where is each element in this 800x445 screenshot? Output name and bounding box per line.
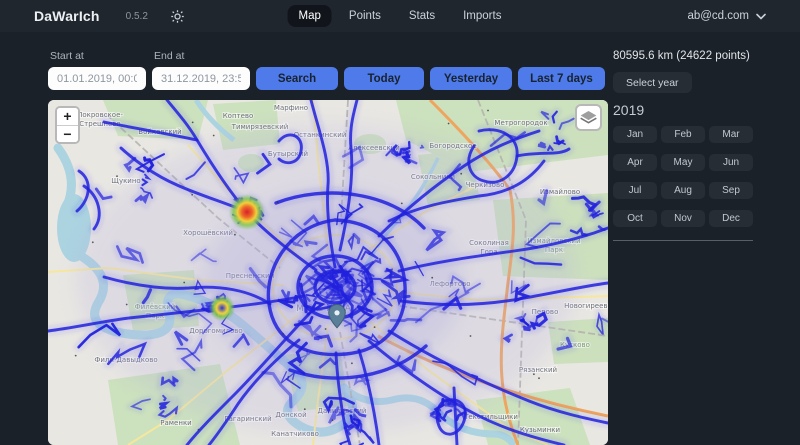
select-year-button[interactable]: Select year [613, 72, 692, 93]
heatmap-spot-secondary [209, 295, 235, 321]
month-button-jan[interactable]: Jan [613, 126, 657, 143]
start-at-label: Start at [48, 50, 146, 62]
end-at-input[interactable] [152, 67, 250, 90]
nav-tab-stats[interactable]: Stats [398, 5, 446, 27]
month-button-sep[interactable]: Sep [709, 182, 753, 199]
svg-text:Коптево: Коптево [223, 112, 254, 120]
svg-text:Покровское-: Покровское- [77, 111, 123, 119]
filter-controls: Start at End at Search Today Yesterday L… [48, 50, 605, 90]
layers-icon [580, 110, 597, 125]
month-grid: Jan Feb Mar Apr May Jun Jul Aug Sep Oct … [613, 126, 783, 227]
map-canvas: Покровское-СтрешневоВойковскийКоптевоМар… [48, 100, 608, 445]
svg-text:Марфино: Марфино [274, 104, 308, 112]
nav-tab-points[interactable]: Points [338, 5, 392, 27]
user-email: ab@cd.com [687, 10, 749, 22]
yesterday-button[interactable]: Yesterday [430, 67, 512, 90]
month-button-mar[interactable]: Mar [709, 126, 753, 143]
start-at-input[interactable] [48, 67, 146, 90]
nav-tab-imports[interactable]: Imports [452, 5, 512, 27]
zoom-out-button[interactable]: − [57, 125, 78, 142]
month-button-oct[interactable]: Oct [613, 210, 657, 227]
user-menu[interactable]: ab@cd.com [687, 10, 766, 22]
start-at-field: Start at [48, 50, 146, 90]
navbar: DaWarIch 0.5.2 Map Points Stats Imports … [0, 0, 800, 32]
month-button-apr[interactable]: Apr [613, 154, 657, 171]
map-zoom-control: + − [55, 106, 80, 144]
svg-text:Метрогородок: Метрогородок [494, 119, 547, 127]
year-heading: 2019 [613, 102, 783, 118]
main-nav: Map Points Stats Imports [288, 0, 513, 32]
last-7-days-button[interactable]: Last 7 days [518, 67, 605, 90]
month-button-may[interactable]: May [661, 154, 705, 171]
heatmap-spot-primary [229, 194, 265, 230]
month-button-aug[interactable]: Aug [661, 182, 705, 199]
month-button-dec[interactable]: Dec [709, 210, 753, 227]
distance-stats: 80595.6 km (24622 points) [613, 50, 783, 62]
month-button-feb[interactable]: Feb [661, 126, 705, 143]
search-button[interactable]: Search [256, 67, 338, 90]
end-at-label: End at [152, 50, 250, 62]
sun-icon [170, 9, 185, 24]
month-button-nov[interactable]: Nov [661, 210, 705, 227]
month-button-jun[interactable]: Jun [709, 154, 753, 171]
month-button-jul[interactable]: Jul [613, 182, 657, 199]
end-at-field: End at [152, 50, 250, 90]
app-logo: DaWarIch [34, 8, 100, 24]
app-version: 0.5.2 [126, 11, 148, 22]
chevron-down-icon [756, 13, 766, 20]
svg-text:Раменки: Раменки [160, 419, 191, 427]
nav-tab-map[interactable]: Map [288, 5, 332, 27]
map-layers-control[interactable] [575, 104, 602, 131]
today-button[interactable]: Today [344, 67, 424, 90]
year-panel: 80595.6 km (24622 points) Select year 20… [613, 50, 783, 241]
zoom-in-button[interactable]: + [57, 108, 78, 125]
panel-divider [613, 240, 753, 241]
map-container[interactable]: Покровское-СтрешневоВойковскийКоптевоМар… [48, 100, 608, 445]
theme-toggle-button[interactable] [170, 9, 185, 24]
